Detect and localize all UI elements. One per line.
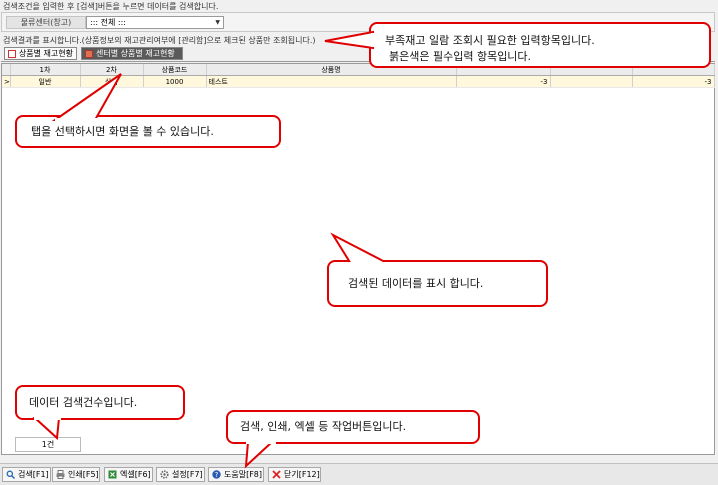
callout-text: 부족재고 일람 조회시 필요한 입력항목입니다. xyxy=(385,34,595,47)
search-icon xyxy=(6,470,16,480)
warehouse-select[interactable]: ::: 전체 ::: ▼ xyxy=(86,16,224,29)
excel-icon xyxy=(108,470,117,479)
close-button[interactable]: 닫기[F12] xyxy=(268,467,321,482)
callout-count: 데이터 검색건수입니다. xyxy=(15,385,185,441)
button-label: 도움말[F8] xyxy=(224,470,263,479)
button-label: 인쇄[F5] xyxy=(68,470,99,479)
cell-stock: -3 xyxy=(632,75,715,88)
warehouse-select-value: ::: 전체 ::: xyxy=(90,18,126,27)
button-label: 설정[F7] xyxy=(172,470,203,479)
cell-product-name: 테스트 xyxy=(206,75,457,88)
callout-text: 검색, 인쇄, 엑셀 등 작업버튼입니다. xyxy=(240,420,407,433)
callout-tabs: 탭을 선택하시면 화면을 볼 수 있습니다. xyxy=(15,73,281,148)
result-instruction: 검색결과를 표시합니다.(상품정보의 재고관리여부에 [관리함]으로 체크된 상… xyxy=(3,36,316,45)
callout-text: 탭을 선택하시면 화면을 볼 수 있습니다. xyxy=(31,125,214,138)
button-label: 엑셀[F6] xyxy=(120,470,151,479)
callout-tail xyxy=(51,73,122,124)
chevron-down-icon[interactable]: ▼ xyxy=(215,17,220,28)
search-button[interactable]: 검색[F1] xyxy=(2,467,51,482)
tab-label: 상품별 재고현황 xyxy=(18,48,73,58)
close-icon xyxy=(272,470,281,479)
tab-icon xyxy=(85,49,93,58)
callout-data: 검색된 데이터를 표시 합니다. xyxy=(327,232,548,307)
warehouse-label: 물류센터(창고) xyxy=(6,16,86,29)
svg-text:?: ? xyxy=(215,471,219,479)
callout-tail xyxy=(32,414,61,441)
tab-product-stock[interactable]: 상품별 재고현황 xyxy=(4,47,77,60)
callout-buttons: 검색, 인쇄, 엑셀 등 작업버튼입니다. xyxy=(226,410,480,469)
callout-tail xyxy=(244,438,276,469)
callout-text: 검색된 데이터를 표시 합니다. xyxy=(348,277,484,290)
tab-center-product-stock[interactable]: 센터별 상품별 재고현황 xyxy=(81,47,183,60)
callout-text: 붉은색은 필수입력 항목입니다. xyxy=(389,50,532,63)
button-label: 닫기[F12] xyxy=(284,470,320,479)
cell-stock xyxy=(550,75,633,88)
print-button[interactable]: 인쇄[F5] xyxy=(52,467,100,482)
callout-tail xyxy=(330,232,391,268)
callout-text: 데이터 검색건수입니다. xyxy=(29,396,138,409)
tab-label: 센터별 상품별 재고현황 xyxy=(96,48,175,58)
tab-icon xyxy=(8,49,16,58)
help-button[interactable]: ? 도움말[F8] xyxy=(208,467,264,482)
column-header[interactable] xyxy=(2,64,11,76)
search-instruction: 검색조건을 입력한 후 [검색]버튼을 누르면 데이터를 검색합니다. xyxy=(3,2,219,11)
cell-product-code: 1000 xyxy=(143,75,207,88)
row-marker: > xyxy=(2,75,11,88)
gear-icon xyxy=(160,470,169,479)
printer-icon xyxy=(56,470,65,479)
button-label: 검색[F1] xyxy=(18,470,49,479)
settings-button[interactable]: 설정[F7] xyxy=(156,467,205,482)
callout-tail xyxy=(324,30,377,50)
excel-button[interactable]: 엑셀[F6] xyxy=(104,467,153,482)
help-icon: ? xyxy=(212,470,221,479)
callout-required-fields: 부족재고 일람 조회시 필요한 입력항목입니다. 붉은색은 필수입력 항목입니다… xyxy=(324,22,711,68)
cell-stock: -3 xyxy=(456,75,551,88)
action-toolbar: 검색[F1] 인쇄[F5] 엑셀[F6] 설정[F7] ? 도움말[F8] 닫기… xyxy=(0,463,718,485)
column-header[interactable]: 상품코드 xyxy=(143,64,207,76)
